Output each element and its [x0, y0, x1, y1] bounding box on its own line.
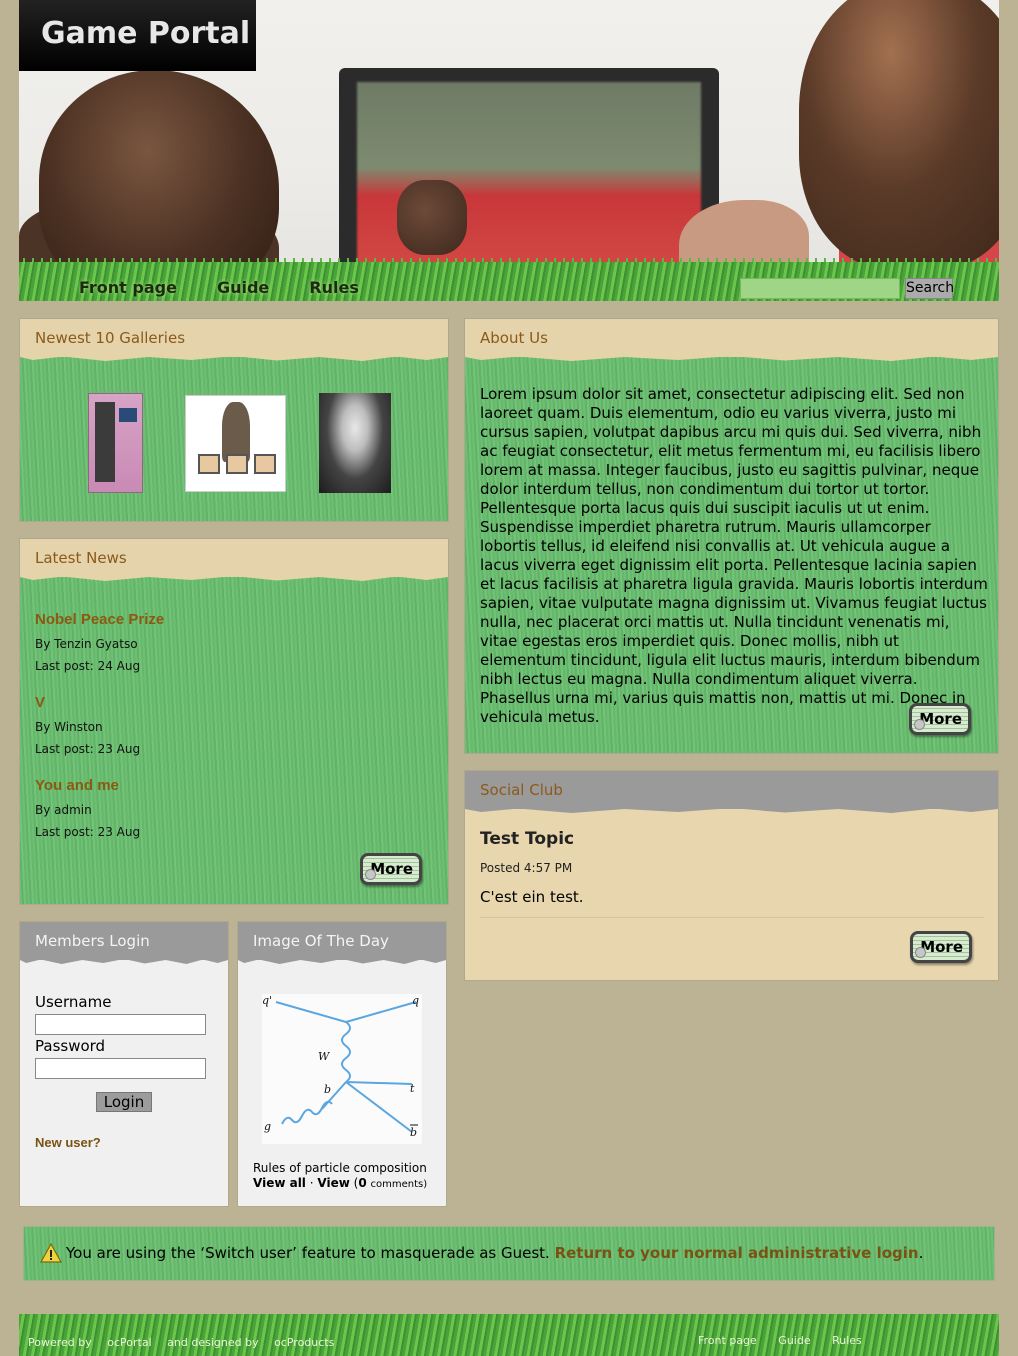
- topic-title[interactable]: Test Topic: [480, 829, 574, 849]
- footer-powered-by: Powered by: [28, 1336, 92, 1349]
- diagram-label-b: b: [324, 1083, 331, 1096]
- topic-posted: Posted 4:57 PM: [480, 861, 573, 875]
- social-title: Social Club: [465, 771, 998, 809]
- login-panel: Members Login Username Password Login Ne…: [19, 921, 229, 1207]
- nav-front-page[interactable]: Front page: [79, 278, 177, 297]
- footer-nav: Front page Guide Rules: [698, 1334, 880, 1347]
- footer-credits: Powered by ocPortal and designed by ocPr…: [28, 1336, 346, 1349]
- diagram-label-t: t: [410, 1082, 415, 1095]
- tv-illustration: [339, 68, 719, 283]
- footer-ocproducts-link[interactable]: ocProducts: [274, 1336, 334, 1349]
- password-field[interactable]: [35, 1058, 206, 1079]
- nav-guide[interactable]: Guide: [217, 278, 269, 297]
- news-item-author: By admin: [35, 803, 92, 817]
- username-field[interactable]: [35, 1014, 206, 1035]
- site-title[interactable]: Game Portal: [41, 16, 250, 51]
- topic-body: C'est ein test.: [480, 888, 584, 906]
- notice-text: You are using the ‘Switch user’ feature …: [66, 1244, 923, 1262]
- news-item-author: By Winston: [35, 720, 103, 734]
- news-item-title[interactable]: V: [35, 694, 45, 711]
- footer-link-front-page[interactable]: Front page: [698, 1334, 757, 1347]
- new-user-link[interactable]: New user?: [35, 1135, 101, 1150]
- about-panel: About Us Lorem ipsum dolor sit amet, con…: [464, 318, 999, 754]
- about-title: About Us: [465, 319, 998, 357]
- feynman-diagram[interactable]: q' q W b t g b: [262, 994, 422, 1144]
- diagram-label-b-bar: b: [410, 1126, 417, 1139]
- news-title: Latest News: [20, 539, 448, 577]
- news-item-title[interactable]: Nobel Peace Prize: [35, 611, 164, 628]
- galleries-panel: Newest 10 Galleries: [19, 318, 449, 522]
- news-item-author: By Tenzin Gyatso: [35, 637, 138, 651]
- footer-ocportal-link[interactable]: ocPortal: [107, 1336, 151, 1349]
- galleries-title: Newest 10 Galleries: [20, 319, 448, 357]
- main-nav: Front page Guide Rules: [79, 278, 399, 297]
- search-input[interactable]: [740, 278, 900, 299]
- notice-message: You are using the ‘Switch user’ feature …: [66, 1244, 555, 1262]
- news-more-button[interactable]: More: [360, 853, 422, 885]
- iotd-caption: Rules of particle composition: [253, 1161, 427, 1175]
- social-more-button[interactable]: More: [910, 931, 972, 963]
- footer-designed-by: and designed by: [167, 1336, 259, 1349]
- warning-icon: [40, 1243, 62, 1263]
- footer-link-guide[interactable]: Guide: [778, 1334, 810, 1347]
- login-title: Members Login: [20, 922, 228, 960]
- news-item-last-post: Last post: 23 Aug: [35, 825, 141, 839]
- password-label: Password: [35, 1037, 106, 1055]
- social-panel: Social Club Test Topic Posted 4:57 PM C'…: [464, 770, 999, 981]
- iotd-view-all-link[interactable]: View all: [253, 1176, 306, 1190]
- news-item-last-post: Last post: 23 Aug: [35, 742, 141, 756]
- gallery-thumb-portrait[interactable]: [319, 393, 391, 493]
- iotd-title: Image Of The Day: [238, 922, 446, 960]
- divider: [480, 917, 984, 918]
- iotd-comment-count: 0: [358, 1176, 367, 1190]
- news-item-title[interactable]: You and me: [35, 777, 119, 794]
- news-panel: Latest News Nobel Peace Prize By Tenzin …: [19, 538, 449, 905]
- nav-rules[interactable]: Rules: [309, 278, 359, 297]
- footer-link-rules[interactable]: Rules: [832, 1334, 862, 1347]
- iotd-comments-label: comments): [370, 1179, 428, 1190]
- diagram-label-g: g: [264, 1120, 271, 1133]
- masquerade-notice: You are using the ‘Switch user’ feature …: [23, 1226, 995, 1281]
- image-of-the-day-panel: Image Of The Day q' q W b t g b Rules of…: [237, 921, 447, 1207]
- banner-person-right-head: [799, 0, 999, 270]
- search-button[interactable]: Search: [905, 278, 954, 299]
- diagram-label-w: W: [318, 1050, 331, 1063]
- login-button[interactable]: Login: [96, 1092, 152, 1112]
- gallery-thumb-website[interactable]: [88, 393, 143, 493]
- diagram-label-q: q: [412, 994, 419, 1007]
- username-label: Username: [35, 993, 112, 1011]
- notice-period: .: [918, 1244, 924, 1262]
- logo-box[interactable]: Game Portal: [19, 0, 256, 71]
- iotd-view-link[interactable]: View: [317, 1176, 349, 1190]
- gallery-thumb-computers[interactable]: [185, 395, 286, 492]
- about-more-button[interactable]: More: [909, 703, 971, 735]
- banner-fist: [397, 180, 467, 255]
- return-admin-login-link[interactable]: Return to your normal administrative log…: [555, 1244, 919, 1262]
- diagram-label-q-prime: q': [262, 994, 272, 1007]
- iotd-links: View all · View (0 comments): [253, 1176, 427, 1190]
- about-body: Lorem ipsum dolor sit amet, consectetur …: [480, 385, 988, 726]
- news-item-last-post: Last post: 24 Aug: [35, 659, 141, 673]
- iotd-separator: ·: [309, 1176, 314, 1190]
